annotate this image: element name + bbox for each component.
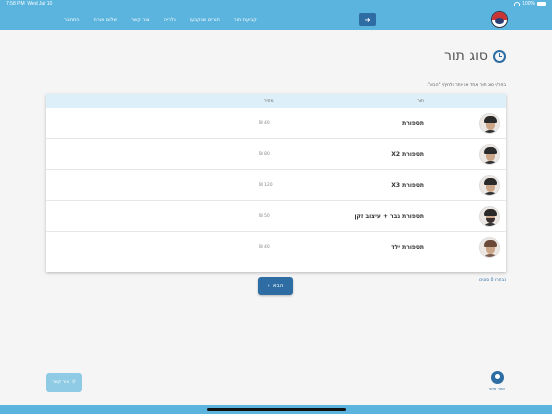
avatar — [479, 113, 500, 134]
table-row[interactable]: תספורת 40 ₪ — [46, 108, 506, 139]
nav-item-booked[interactable]: תורים שנקבעו — [190, 17, 220, 23]
contact-label: צור קשר — [52, 380, 70, 385]
next-label: הבא — [272, 283, 284, 289]
phone-icon: ✆ — [72, 380, 76, 385]
battery-icon — [537, 2, 546, 6]
logout-arrow-button[interactable]: ➜ — [359, 13, 376, 26]
avatar — [479, 175, 500, 196]
status-right: 100% — [514, 1, 546, 7]
table-row[interactable]: תספורת גבר + עיצוב זקן 50 ₪ — [46, 201, 506, 232]
nav-links: קביעת תור תורים שנקבעו גלריה צור קשר שלו… — [50, 9, 257, 30]
header-treatment: תור — [417, 99, 424, 104]
wifi-icon — [514, 2, 521, 6]
table-row[interactable]: תספורת ילד 40 ₪ — [46, 232, 506, 263]
status-time: 7:58 PM Wed Jul 10 — [6, 1, 53, 7]
table-row[interactable]: תספורת X3 120 ₪ — [46, 170, 506, 201]
nav-item-greeting: שלום אורח — [93, 16, 117, 23]
navbar: קביעת תור תורים שנקבעו גלריה צור קשר שלו… — [0, 9, 552, 30]
header-price: מחיר — [264, 99, 274, 104]
nav-item-gallery[interactable]: גלריה — [164, 17, 176, 23]
page-header: סוג תור — [444, 48, 506, 64]
nav-item-login[interactable]: התחבר — [64, 17, 80, 23]
user-icon — [490, 371, 504, 384]
logo[interactable] — [491, 11, 508, 28]
next-button[interactable]: הבא ‹ — [258, 277, 293, 295]
treatment-price: 80 ₪ — [259, 152, 270, 157]
selected-count: נבחרו 0 סוגים — [479, 278, 506, 283]
treatment-name: תספורת X3 — [391, 182, 424, 189]
avatar — [479, 206, 500, 227]
treatment-price: 50 ₪ — [259, 214, 270, 219]
chevron-left-icon: ‹ — [267, 283, 270, 289]
nav-item-book[interactable]: קביעת תור — [234, 17, 257, 23]
treatment-name: תספורת X2 — [391, 151, 424, 158]
treatment-name: תספורת ילד — [391, 244, 424, 251]
treatment-price: 40 ₪ — [259, 121, 270, 126]
nav-item-contact[interactable]: צור קשר — [131, 17, 150, 23]
avatar — [479, 237, 500, 258]
avatar — [479, 144, 500, 165]
account-button[interactable]: אזור אישי — [484, 371, 510, 395]
treatment-name: תספורת — [402, 120, 424, 127]
page-title: סוג תור — [443, 48, 488, 64]
battery-percent: 100% — [522, 1, 535, 7]
treatment-price: 120 ₪ — [259, 183, 273, 188]
table-header: תור מחיר — [46, 94, 506, 108]
instruction-text: בחר/י סוג תור אחד או יותר ולחץ/י "הבא". — [426, 83, 506, 88]
contact-button[interactable]: ✆ צור קשר — [46, 373, 82, 392]
table-row[interactable]: תספורת X2 80 ₪ — [46, 139, 506, 170]
account-label: אזור אישי — [489, 386, 505, 391]
clock-icon — [493, 49, 506, 63]
status-bar: 7:58 PM Wed Jul 10 100% — [0, 0, 552, 9]
treatment-table: תור מחיר תספורת 40 ₪ תספורת X2 80 ₪ תספו… — [46, 94, 506, 272]
arrow-right-icon: ➜ — [364, 15, 371, 24]
treatment-name: תספורת גבר + עיצוב זקן — [354, 213, 424, 220]
home-indicator[interactable] — [207, 408, 346, 411]
treatment-price: 40 ₪ — [259, 245, 270, 250]
